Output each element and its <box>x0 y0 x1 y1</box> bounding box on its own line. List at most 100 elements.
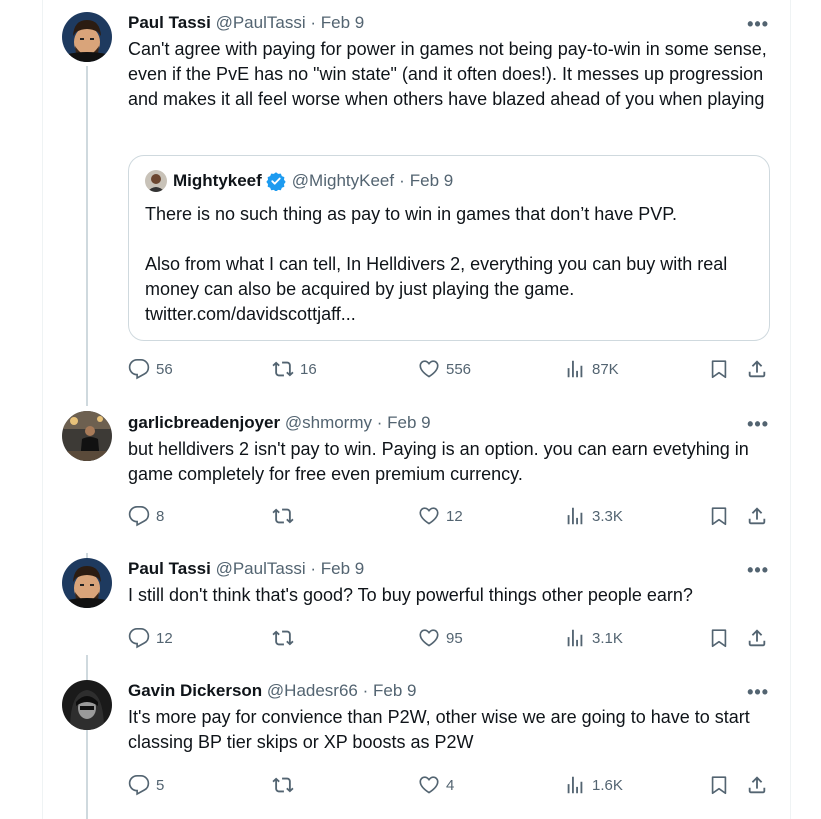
tweet[interactable]: garlicbreadenjoyer @shmormy · Feb 9 but … <box>0 400 821 540</box>
like-button[interactable]: 95 <box>418 627 463 649</box>
author-handle[interactable]: @shmormy <box>285 413 372 432</box>
quoted-text-line: There is no such thing as pay to win in … <box>145 204 677 224</box>
retweet-icon <box>272 361 294 377</box>
bookmark-button[interactable] <box>708 627 730 649</box>
avatar[interactable] <box>62 411 112 461</box>
author-handle[interactable]: @Hadesr66 <box>267 681 358 700</box>
like-button[interactable]: 12 <box>418 505 463 527</box>
bookmark-icon <box>711 360 727 379</box>
tweet-date[interactable]: Feb 9 <box>373 681 416 700</box>
tweet-date[interactable]: Feb 9 <box>387 413 430 432</box>
quoted-tweet[interactable]: Mightykeef @MightyKeef · Feb 9 There is … <box>128 155 770 341</box>
author-handle[interactable]: @PaulTassi <box>216 13 306 32</box>
share-icon <box>748 360 766 378</box>
reply-count: 5 <box>156 776 165 794</box>
reply-button[interactable]: 8 <box>128 505 164 527</box>
quoted-tweet-text: There is no such thing as pay to win in … <box>145 202 753 327</box>
retweet-button[interactable] <box>272 627 300 649</box>
heart-icon <box>419 507 439 525</box>
quoted-tweet-header: Mightykeef @MightyKeef · Feb 9 <box>145 170 453 192</box>
author-name[interactable]: Gavin Dickerson <box>128 681 262 700</box>
quoted-avatar[interactable] <box>145 170 167 192</box>
tweet-actions: 12 95 3.1K <box>128 627 768 651</box>
quoted-text-line: Also from what I can tell, In Helldivers… <box>145 254 728 299</box>
views-count: 1.6K <box>592 776 623 794</box>
share-icon <box>748 629 766 647</box>
bookmark-button[interactable] <box>708 358 730 380</box>
author-handle[interactable]: @PaulTassi <box>216 559 306 578</box>
separator-dot: · <box>376 413 383 432</box>
more-options-icon[interactable]: ••• <box>747 682 769 703</box>
reply-icon <box>128 775 150 796</box>
verified-badge-icon <box>266 171 286 192</box>
like-button[interactable]: 4 <box>418 774 454 796</box>
share-button[interactable] <box>746 774 768 796</box>
retweet-icon <box>272 630 294 646</box>
views-button[interactable]: 1.6K <box>564 774 623 796</box>
tweet-actions: 5 4 1.6K <box>128 774 768 798</box>
tweet-actions: 8 12 3.3K <box>128 505 768 529</box>
bookmark-button[interactable] <box>708 774 730 796</box>
avatar[interactable] <box>62 558 112 608</box>
bookmark-icon <box>711 507 727 526</box>
share-button[interactable] <box>746 358 768 380</box>
views-button[interactable]: 87K <box>564 358 619 380</box>
tweet-date[interactable]: Feb 9 <box>321 13 364 32</box>
tweet-actions: 56 16 556 87K <box>128 358 768 382</box>
quoted-link[interactable]: twitter.com/davidscottjaff... <box>145 302 753 327</box>
retweet-button[interactable]: 16 <box>272 358 317 380</box>
like-count: 12 <box>446 507 463 525</box>
author-name[interactable]: Paul Tassi <box>128 559 211 578</box>
like-count: 556 <box>446 360 472 378</box>
reply-button[interactable]: 12 <box>128 627 173 649</box>
separator-dot: · <box>362 681 369 700</box>
share-button[interactable] <box>746 505 768 527</box>
retweet-button[interactable] <box>272 505 300 527</box>
tweet-header: garlicbreadenjoyer @shmormy · Feb 9 <box>128 412 769 434</box>
like-count: 95 <box>446 629 463 647</box>
views-icon <box>567 776 583 794</box>
separator-dot: · <box>399 171 405 190</box>
tweet-header: Paul Tassi @PaulTassi · Feb 9 <box>128 12 769 34</box>
tweet-text: I still don't think that's good? To buy … <box>128 585 693 605</box>
share-button[interactable] <box>746 627 768 649</box>
author-name[interactable]: garlicbreadenjoyer <box>128 413 280 432</box>
bookmark-button[interactable] <box>708 505 730 527</box>
quoted-author-handle[interactable]: @MightyKeef <box>292 170 394 192</box>
separator-dot: · <box>310 559 316 578</box>
quoted-tweet-date[interactable]: Feb 9 <box>410 170 453 192</box>
reply-icon <box>128 628 150 649</box>
tweet[interactable]: Paul Tassi @PaulTassi · Feb 9 I still do… <box>0 546 821 666</box>
tweet[interactable]: Gavin Dickerson @Hadesr66 · Feb 9 It's m… <box>0 668 821 819</box>
avatar[interactable] <box>62 12 112 62</box>
views-icon <box>567 629 583 647</box>
more-options-icon[interactable]: ••• <box>747 560 769 581</box>
reply-button[interactable]: 5 <box>128 774 164 796</box>
like-count: 4 <box>446 776 455 794</box>
tweet-date[interactable]: Feb 9 <box>321 559 364 578</box>
views-count: 3.3K <box>592 507 623 525</box>
views-count: 87K <box>592 360 619 378</box>
bookmark-icon <box>711 629 727 648</box>
reply-count: 8 <box>156 507 165 525</box>
tweet-text: Can't agree with paying for power in gam… <box>128 39 767 109</box>
tweet-text: It's more pay for convience than P2W, ot… <box>128 707 750 752</box>
separator-dot: · <box>310 13 316 32</box>
views-count: 3.1K <box>592 629 623 647</box>
retweet-button[interactable] <box>272 774 300 796</box>
author-name[interactable]: Paul Tassi <box>128 13 211 32</box>
share-icon <box>748 776 766 794</box>
tweet[interactable]: Paul Tassi @PaulTassi · Feb 9 Can't agre… <box>0 0 821 400</box>
more-options-icon[interactable]: ••• <box>747 414 769 435</box>
views-button[interactable]: 3.1K <box>564 627 623 649</box>
reply-button[interactable]: 56 <box>128 358 173 380</box>
share-icon <box>748 507 766 525</box>
more-options-icon[interactable]: ••• <box>747 14 769 35</box>
like-button[interactable]: 556 <box>418 358 471 380</box>
reply-count: 56 <box>156 360 173 378</box>
quoted-author-name[interactable]: Mightykeef <box>173 170 262 192</box>
views-button[interactable]: 3.3K <box>564 505 623 527</box>
tweet-header: Gavin Dickerson @Hadesr66 · Feb 9 <box>128 680 769 702</box>
heart-icon <box>419 360 439 378</box>
avatar[interactable] <box>62 680 112 730</box>
